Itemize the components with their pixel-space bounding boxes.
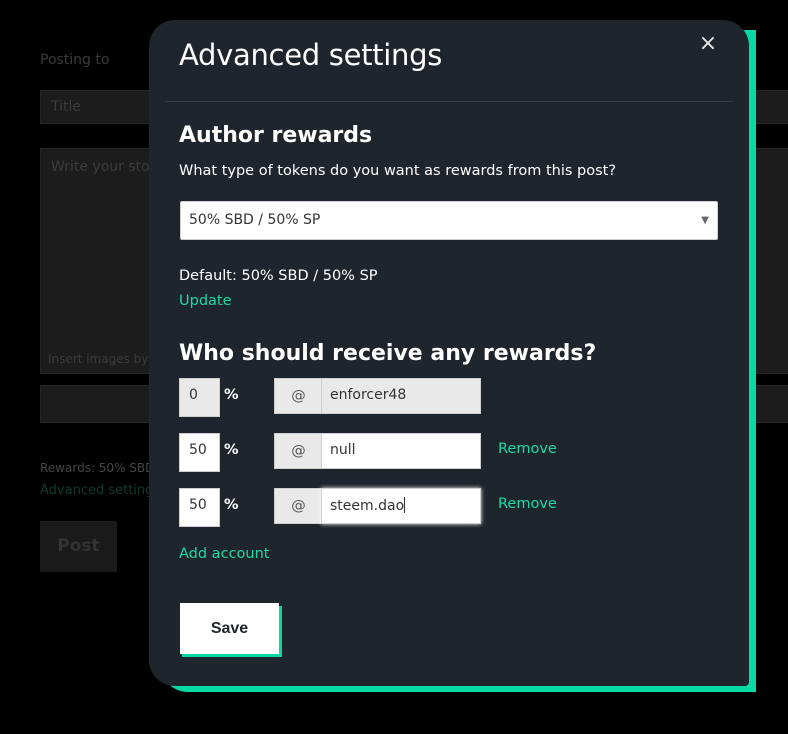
modal-title: Advanced settings	[179, 38, 443, 72]
post-button[interactable]: Post	[40, 521, 117, 572]
author-rewards-heading: Author rewards	[179, 123, 373, 148]
percent-sign: %	[224, 497, 239, 513]
update-link[interactable]: Update	[179, 293, 232, 309]
default-reward-text: Default: 50% SBD / 50% SP	[179, 268, 378, 284]
remove-beneficiary-link[interactable]: Remove	[498, 496, 557, 512]
beneficiary-account-input[interactable]: null	[321, 433, 481, 469]
rewards-summary: Rewards: 50% SBD	[40, 461, 155, 475]
dropdown-arrow-icon: ▼	[701, 215, 709, 226]
beneficiary-percent-input[interactable]: 50	[179, 433, 220, 472]
remove-beneficiary-link[interactable]: Remove	[498, 441, 557, 457]
percent-sign: %	[224, 442, 239, 458]
percent-sign: %	[224, 387, 239, 403]
account-input-value: steem.dao	[330, 498, 405, 514]
posting-to-label: Posting to	[40, 52, 110, 68]
beneficiary-account-input: enforcer48	[321, 378, 481, 414]
at-sign-addon: @	[274, 378, 322, 414]
beneficiary-percent-input: 0	[179, 378, 220, 417]
divider	[165, 101, 733, 102]
at-sign-addon: @	[274, 433, 322, 469]
reward-type-question: What type of tokens do you want as rewar…	[179, 163, 617, 179]
beneficiary-percent-input[interactable]: 50	[179, 488, 220, 527]
save-button[interactable]: Save	[180, 603, 279, 654]
advanced-settings-modal: × Advanced settings Author rewards What …	[149, 20, 749, 686]
beneficiary-account-input[interactable]: steem.dao	[321, 488, 481, 524]
advanced-settings-link[interactable]: Advanced settings	[40, 483, 160, 498]
add-account-link[interactable]: Add account	[179, 546, 269, 562]
insert-images-hint: Insert images by d	[48, 352, 160, 366]
reward-type-selected-value: 50% SBD / 50% SP	[189, 212, 321, 228]
at-sign-addon: @	[274, 488, 322, 524]
reward-type-select[interactable]: 50% SBD / 50% SP ▼	[180, 201, 718, 240]
beneficiaries-heading: Who should receive any rewards?	[179, 341, 597, 366]
close-icon[interactable]: ×	[697, 32, 719, 56]
text-cursor	[404, 497, 406, 513]
